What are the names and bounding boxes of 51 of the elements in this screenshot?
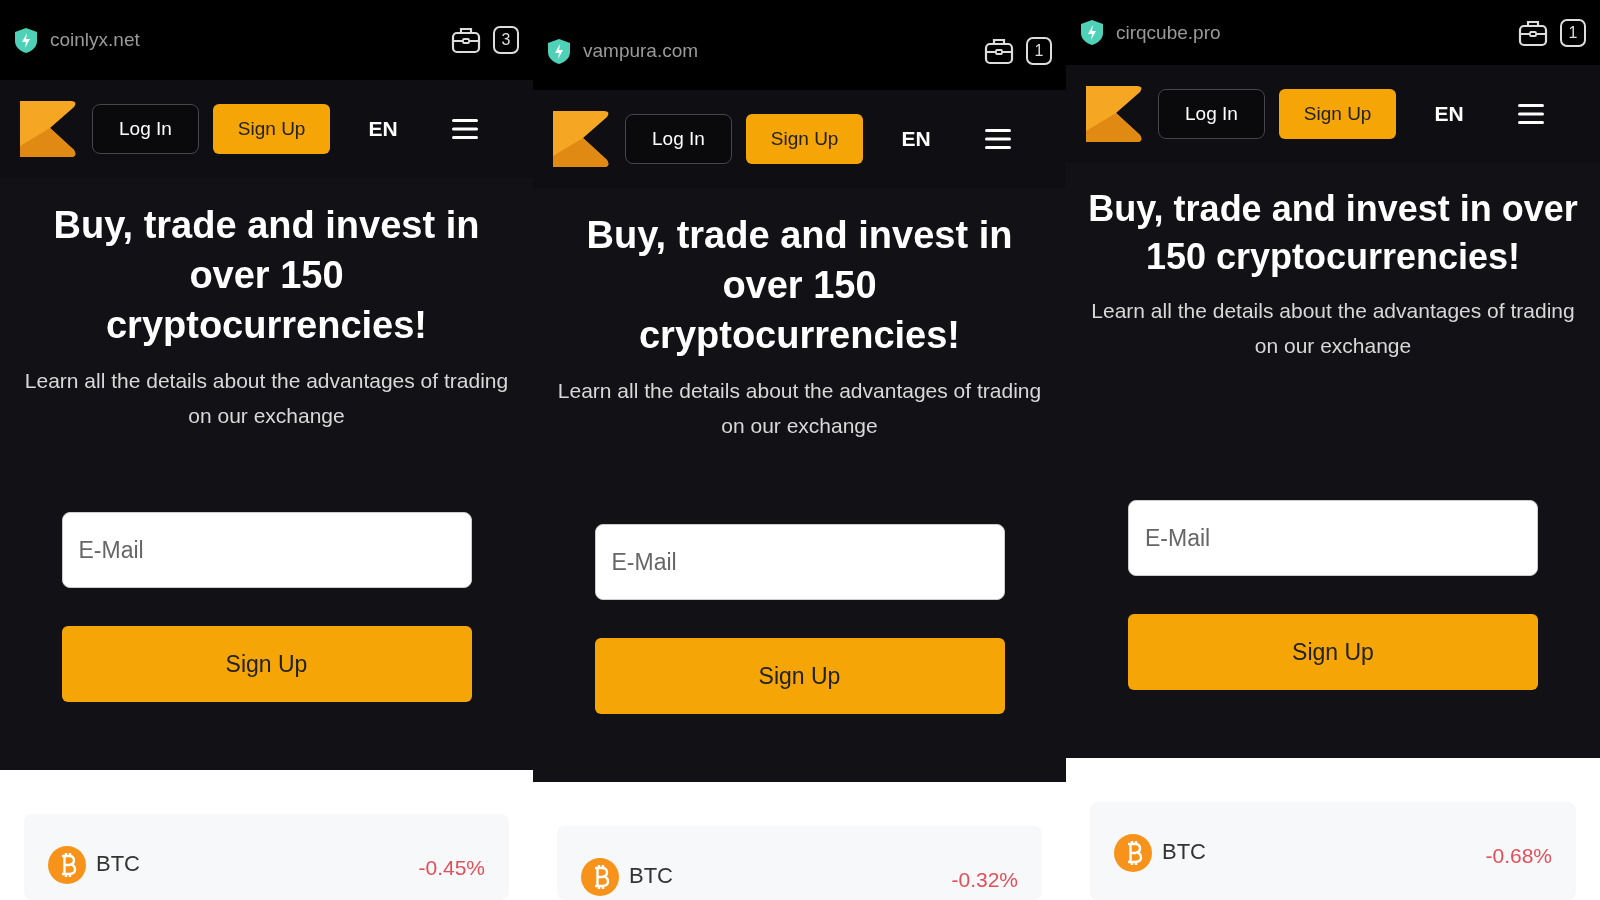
signup-button[interactable]: Sign Up	[61, 626, 472, 702]
shield-bolt-icon	[547, 37, 571, 65]
menu-icon[interactable]	[451, 118, 478, 140]
tab-count-button[interactable]: 1	[1560, 18, 1586, 47]
menu-icon[interactable]	[1517, 103, 1544, 125]
bitcoin-icon	[1114, 834, 1152, 872]
shield-bolt-icon	[1080, 19, 1104, 46]
price-change: -0.68%	[1485, 843, 1552, 869]
subtitle: Learn all the details about the advantages of trading on our exchange	[23, 368, 510, 430]
briefcase-icon[interactable]	[984, 37, 1014, 65]
login-button[interactable]: Log In	[625, 114, 732, 164]
signup-button[interactable]: Sign Up	[594, 638, 1005, 714]
price-change: -0.45%	[418, 855, 485, 881]
subtitle: Learn all the details about the advantages of trading on our exchange	[556, 378, 1043, 440]
price-change: -0.32%	[951, 867, 1018, 893]
language-selector[interactable]: EN	[901, 127, 931, 151]
url-text: cirqcube.pro	[1116, 21, 1222, 44]
signup-button[interactable]: Sign Up	[212, 104, 331, 154]
tab-count-button[interactable]: 3	[493, 26, 519, 54]
headline: Buy, trade and invest in over 150 cryptocurrencies!	[52, 203, 481, 349]
subtitle: Learn all the details about the advantages of trading on our exchange	[1090, 298, 1576, 359]
ticker-card[interactable]: BTC -0.45%	[24, 814, 509, 900]
ticker-symbol: BTC	[629, 862, 674, 890]
browser-address-bar[interactable]: cirqcube.pro 1	[1066, 0, 1600, 65]
shield-bolt-icon	[14, 26, 38, 54]
language-selector[interactable]: EN	[368, 117, 398, 141]
menu-icon[interactable]	[984, 128, 1011, 150]
bitcoin-icon	[48, 846, 86, 884]
browser-address-bar[interactable]: vampura.com 1	[533, 0, 1066, 90]
url-text: vampura.com	[583, 40, 700, 62]
tab-count-button[interactable]: 1	[1026, 37, 1052, 65]
ticker-symbol: BTC	[96, 850, 141, 878]
email-field[interactable]: E-Mail	[61, 512, 472, 588]
email-field[interactable]: E-Mail	[594, 524, 1005, 600]
signup-button[interactable]: Sign Up	[1278, 89, 1397, 139]
language-selector[interactable]: EN	[1434, 102, 1464, 126]
ticker-card[interactable]: BTC -0.32%	[557, 826, 1042, 900]
ticker-card[interactable]: BTC -0.68%	[1090, 802, 1576, 900]
browser-address-bar[interactable]: coinlyx.net 3	[0, 0, 533, 80]
signup-button[interactable]: Sign Up	[745, 114, 864, 164]
email-field[interactable]: E-Mail	[1128, 500, 1538, 576]
login-button[interactable]: Log In	[1158, 89, 1265, 139]
bitcoin-icon	[581, 858, 619, 896]
headline: Buy, trade and invest in over 150 cryptocurrencies!	[585, 213, 1014, 359]
url-text: coinlyx.net	[50, 29, 141, 51]
briefcase-icon[interactable]	[451, 26, 481, 54]
headline: Buy, trade and invest in over 150 cryptocurrencies!	[1087, 187, 1579, 279]
signup-button[interactable]: Sign Up	[1128, 614, 1538, 690]
ticker-symbol: BTC	[1162, 838, 1207, 866]
login-button[interactable]: Log In	[92, 104, 199, 154]
briefcase-icon[interactable]	[1518, 18, 1548, 47]
